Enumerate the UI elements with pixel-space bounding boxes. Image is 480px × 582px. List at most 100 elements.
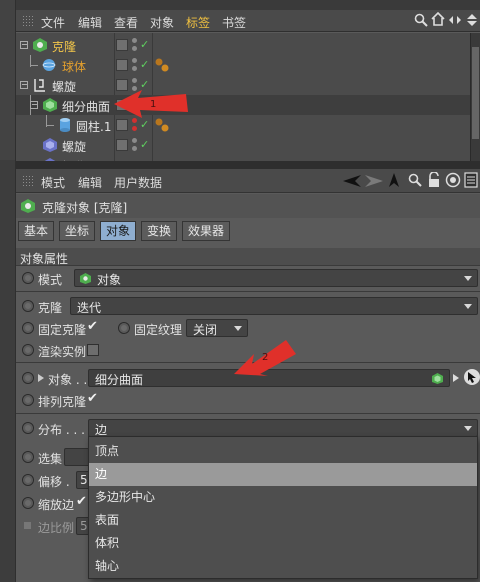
animate-radio[interactable]	[22, 372, 34, 384]
render-visibility-dot[interactable]	[132, 66, 137, 71]
forward-arrow-icon[interactable]	[364, 174, 384, 188]
scale-edge-label: 缩放边	[38, 498, 75, 512]
tab-effectors[interactable]: 效果器	[182, 221, 231, 241]
fix-texture-dropdown[interactable]: 关闭	[186, 319, 248, 337]
layer-flag[interactable]	[116, 119, 128, 131]
object-row-helix[interactable]: − 螺旋 ✓	[16, 75, 470, 95]
panel-grip-icon[interactable]	[22, 175, 34, 187]
editor-visibility-dot[interactable]	[132, 78, 137, 83]
clone-dropdown[interactable]: 迭代	[70, 297, 478, 315]
animate-radio[interactable]	[22, 322, 34, 334]
target-icon[interactable]	[445, 172, 461, 188]
option-axis[interactable]: 轴心	[89, 555, 477, 578]
option-volume[interactable]: 体积	[89, 532, 477, 555]
tab-coordinates[interactable]: 坐标	[59, 221, 96, 241]
menu-bookmarks[interactable]: 书签	[222, 14, 246, 31]
search-icon[interactable]	[414, 13, 428, 27]
collapse-icon[interactable]	[466, 13, 478, 27]
enabled-check-icon[interactable]: ✓	[140, 58, 149, 71]
enabled-check-icon[interactable]: ✓	[140, 38, 149, 51]
lock-icon[interactable]	[427, 172, 441, 188]
search-icon[interactable]	[408, 173, 422, 188]
panel-grip-icon[interactable]	[22, 15, 34, 27]
layer-flag[interactable]	[116, 99, 128, 111]
object-list-scrollbar[interactable]	[470, 33, 480, 161]
mode-row: 模式 对象	[16, 267, 480, 289]
panel-splitter[interactable]	[16, 161, 480, 169]
menu-file[interactable]: 文件	[41, 14, 65, 31]
editor-visibility-dot[interactable]	[132, 138, 137, 143]
object-row-cloner[interactable]: − 克隆 ✓	[16, 35, 470, 55]
animate-radio[interactable]	[22, 272, 34, 284]
menu-mode[interactable]: 模式	[41, 174, 65, 191]
expand-arrow-icon[interactable]	[38, 374, 44, 382]
collapse-toggle-icon[interactable]: −	[20, 81, 28, 89]
helix-deformer-icon	[43, 138, 57, 152]
option-polygon-center[interactable]: 多边形中心	[89, 486, 477, 509]
scale-edge-checkbox[interactable]: ✔	[76, 494, 87, 509]
tab-object[interactable]: 对象	[100, 221, 137, 241]
back-arrow-icon[interactable]	[342, 174, 362, 188]
object-row-sphere[interactable]: 球体 ✓	[16, 55, 470, 75]
enabled-check-icon[interactable]: ✓	[140, 78, 149, 91]
object-row-cylinder[interactable]: 圆柱.1 ✓	[16, 115, 470, 135]
material-tag-icon[interactable]	[154, 117, 170, 133]
object-row-subdivision-surface[interactable]: − 细分曲面 ✓	[16, 95, 470, 115]
animate-radio[interactable]	[22, 394, 34, 406]
render-visibility-dot[interactable]	[132, 126, 137, 131]
animate-radio[interactable]	[22, 474, 34, 486]
option-vertex[interactable]: 顶点	[89, 440, 477, 463]
editor-visibility-dot[interactable]	[132, 98, 137, 103]
scrollbar-thumb[interactable]	[472, 47, 479, 139]
tab-basic[interactable]: 基本	[18, 221, 55, 241]
distribution-dropdown[interactable]: 边	[88, 419, 478, 437]
link-menu-arrow-icon[interactable]	[452, 371, 460, 385]
render-visibility-dot[interactable]	[132, 106, 137, 111]
tab-transform[interactable]: 变换	[141, 221, 178, 241]
object-name: 细分曲面	[62, 100, 111, 114]
menu-tags[interactable]: 标签	[186, 14, 210, 31]
fix-clone-checkbox[interactable]: ✔	[87, 319, 98, 334]
animate-radio[interactable]	[118, 322, 130, 334]
object-row-helix-deformer[interactable]: 螺旋 ✓	[16, 135, 470, 155]
animate-radio[interactable]	[22, 497, 34, 509]
editor-visibility-dot[interactable]	[132, 118, 137, 123]
settings-icon[interactable]	[464, 172, 478, 188]
menu-edit[interactable]: 编辑	[78, 14, 102, 31]
link-icon[interactable]	[448, 15, 462, 25]
editor-visibility-dot[interactable]	[132, 38, 137, 43]
object-link-field[interactable]: 细分曲面	[88, 369, 450, 387]
render-visibility-dot[interactable]	[132, 146, 137, 151]
enabled-check-icon[interactable]: ✓	[140, 98, 149, 111]
collapse-toggle-icon[interactable]: −	[30, 101, 38, 109]
animate-radio[interactable]	[22, 451, 34, 463]
menu-edit[interactable]: 编辑	[78, 174, 102, 191]
enabled-check-icon[interactable]: ✓	[140, 138, 149, 151]
render-visibility-dot[interactable]	[132, 86, 137, 91]
option-surface[interactable]: 表面	[89, 509, 477, 532]
material-tag-icon[interactable]	[154, 57, 170, 73]
pick-object-icon[interactable]	[464, 369, 480, 385]
arrange-clones-checkbox[interactable]: ✔	[87, 391, 98, 406]
layer-flag[interactable]	[116, 79, 128, 91]
section-title: 对象属性	[20, 252, 69, 266]
menu-view[interactable]: 查看	[114, 14, 138, 31]
menu-user-data[interactable]: 用户数据	[114, 174, 162, 191]
render-instances-checkbox[interactable]	[87, 344, 99, 356]
mode-dropdown[interactable]: 对象	[74, 269, 478, 287]
editor-visibility-dot[interactable]	[132, 58, 137, 63]
collapse-toggle-icon[interactable]: −	[20, 41, 28, 49]
animate-radio[interactable]	[22, 422, 34, 434]
layer-flag[interactable]	[116, 59, 128, 71]
option-edge[interactable]: 边	[89, 463, 477, 486]
render-visibility-dot[interactable]	[132, 46, 137, 51]
home-icon[interactable]	[431, 12, 445, 27]
enabled-check-icon[interactable]: ✓	[140, 118, 149, 131]
layer-flag[interactable]	[116, 39, 128, 51]
pointer-up-icon[interactable]	[388, 172, 400, 188]
animate-radio[interactable]	[22, 344, 34, 356]
animate-radio[interactable]	[22, 300, 34, 312]
menu-objects[interactable]: 对象	[150, 14, 174, 31]
clone-value: 迭代	[77, 301, 102, 315]
layer-flag[interactable]	[116, 139, 128, 151]
